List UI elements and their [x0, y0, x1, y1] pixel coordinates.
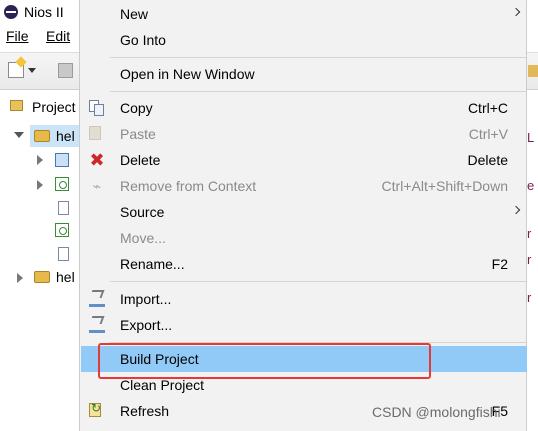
menu-item-shortcut: F2 — [491, 256, 508, 272]
file-icon[interactable] — [58, 201, 69, 215]
menu-item-source[interactable]: Source — [81, 199, 527, 225]
menu-item-move[interactable]: Move... — [81, 225, 527, 251]
menu-edit[interactable]: Edit — [46, 28, 70, 44]
delete-icon: ✖ — [89, 150, 105, 170]
export-icon — [89, 321, 105, 333]
editor-edge-text: L — [527, 130, 535, 145]
eclipse-logo-icon — [4, 5, 18, 19]
menu-item-paste[interactable]: Paste Ctrl+V — [81, 121, 527, 147]
menu-separator — [110, 91, 526, 92]
menu-item-label: Paste — [120, 126, 156, 142]
collapse-arrow-icon[interactable] — [37, 155, 43, 165]
menu-item-label: New — [120, 6, 149, 22]
menu-item-rename[interactable]: Rename... F2 — [81, 251, 527, 277]
menu-item-label: Export... — [120, 317, 173, 333]
menu-item-label: Move... — [120, 230, 166, 246]
menu-item-shortcut: Delete — [467, 152, 508, 168]
menu-item-label: Rename... — [120, 256, 185, 272]
menu-separator — [110, 281, 526, 282]
annotation-highlight-box — [98, 343, 431, 379]
new-wizard-icon[interactable] — [8, 62, 24, 78]
editor-edge-text: e — [527, 178, 535, 193]
project-folder-icon — [34, 271, 50, 283]
copy-icon — [89, 100, 104, 116]
binaries-icon — [55, 153, 69, 167]
tab-project-explorer-label: Project — [32, 99, 76, 115]
import-icon — [89, 295, 105, 307]
collapse-arrow-icon[interactable] — [17, 273, 23, 283]
remove-from-context-icon: ⌁ — [92, 178, 102, 194]
tree-item-project[interactable]: hel — [56, 269, 75, 285]
menu-item-export[interactable]: Export... — [81, 312, 527, 338]
menu-item-remove-from-context[interactable]: ⌁ Remove from Context Ctrl+Alt+Shift+Dow… — [81, 173, 527, 199]
menu-item-import[interactable]: Import... — [81, 286, 527, 312]
watermark: CSDN @molongfishi — [372, 404, 501, 420]
menu-file[interactable]: File — [6, 28, 29, 44]
menu-item-copy[interactable]: Copy Ctrl+C — [81, 95, 527, 121]
refresh-icon — [89, 401, 101, 417]
chevron-right-icon — [511, 205, 521, 215]
menu-item-label: Remove from Context — [120, 178, 257, 194]
expand-arrow-icon[interactable] — [14, 132, 24, 138]
menu-item-label: Refresh — [120, 403, 170, 419]
menu-item-shortcut: Ctrl+Alt+Shift+Down — [381, 178, 508, 194]
project-folder-icon — [34, 130, 50, 142]
menu-item-new[interactable]: New — [81, 1, 527, 27]
menu-item-label: Open in New Window — [120, 66, 255, 82]
menu-separator — [110, 57, 526, 58]
chevron-right-icon — [511, 7, 521, 17]
file-icon[interactable] — [58, 247, 69, 261]
editor-edge-text: r — [527, 290, 532, 305]
menu-item-open-in-new-window[interactable]: Open in New Window — [81, 61, 527, 87]
menu-item-label: Clean Project — [120, 377, 205, 393]
chevron-down-icon[interactable] — [28, 68, 36, 73]
menu-item-label: Delete — [120, 152, 161, 168]
collapse-arrow-icon[interactable] — [37, 180, 43, 190]
includes-icon — [55, 177, 69, 191]
tree-item-project[interactable]: hel — [56, 128, 75, 144]
menu-item-delete[interactable]: ✖ Delete Delete — [81, 147, 527, 173]
menu-item-shortcut: Ctrl+C — [467, 100, 508, 116]
menu-item-label: Copy — [120, 100, 153, 116]
window-title: Nios II — [24, 4, 64, 20]
save-icon[interactable] — [58, 63, 73, 78]
editor-edge-text: r — [527, 226, 532, 241]
editor-edge-text: r — [527, 252, 532, 267]
project-explorer-icon — [10, 100, 23, 111]
menu-item-label: Go Into — [120, 32, 166, 48]
menu-item-go-into[interactable]: Go Into — [81, 27, 527, 53]
toolbar-edge-icon[interactable] — [528, 65, 538, 77]
menu-item-shortcut: Ctrl+V — [468, 126, 508, 142]
menu-item-label: Source — [120, 204, 165, 220]
paste-icon — [89, 126, 101, 140]
target-file-icon[interactable] — [55, 223, 69, 237]
menu-item-label: Import... — [120, 291, 172, 307]
